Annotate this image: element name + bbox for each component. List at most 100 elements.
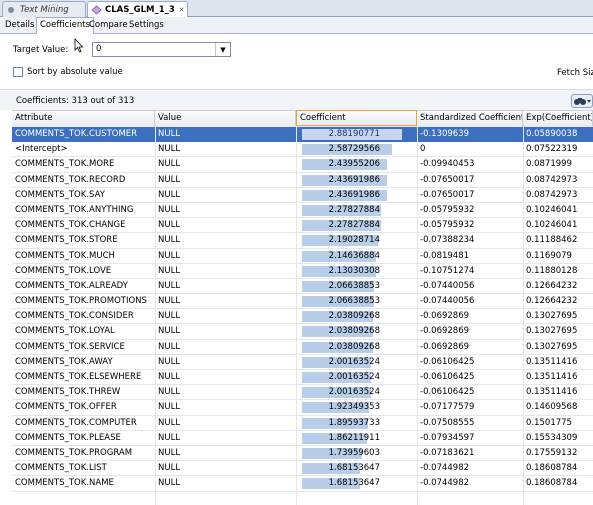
sort-absolute-checkbox[interactable] — [13, 67, 23, 77]
cell-attribute: COMMENTS_TOK.MUCH — [15, 250, 115, 261]
cell-coefficient: 1.86211911 — [296, 431, 417, 445]
column-header-value[interactable]: Value — [155, 111, 296, 126]
coefficients-count: Coefficients: 313 out of 313 — [16, 96, 135, 106]
cell-coefficient: 2.27827884 — [296, 203, 417, 217]
cell-value: NULL — [158, 220, 181, 231]
target-value-current: 0 — [96, 44, 102, 54]
coefficient-value: 2.43691986 — [328, 189, 380, 200]
column-divider — [417, 127, 418, 505]
cell-standardized-coefficient: -0.06106425 — [420, 387, 475, 398]
cell-coefficient: 2.03809268 — [296, 324, 417, 338]
cell-value: NULL — [158, 478, 181, 489]
cell-exp-coefficient: 0.0871999 — [526, 159, 572, 170]
cell-attribute: COMMENTS_TOK.MORE — [15, 159, 115, 170]
table-row[interactable]: COMMENTS_TOK.SERVICE NULL 2.03809268 -0.069… — [12, 340, 593, 355]
coefficient-value: 2.00163524 — [328, 356, 380, 367]
cell-coefficient: 1.73959603 — [296, 446, 417, 460]
cell-value: NULL — [158, 265, 181, 276]
table-row[interactable]: COMMENTS_TOK.PLEASE NULL 1.86211911 -0.0793… — [12, 431, 593, 446]
table-row[interactable]: COMMENTS_TOK.LOVE NULL 2.13030308 -0.107512… — [12, 264, 593, 279]
target-value-select[interactable]: 0 ▼ — [92, 42, 231, 57]
tab-text-mining[interactable]: Text Mining — [2, 1, 86, 17]
table-row[interactable]: COMMENTS_TOK.MORE NULL 2.43955206 -0.099404… — [12, 157, 593, 173]
tab-clas-glm[interactable]: CLAS_GLM_1_3 ✕ — [87, 1, 188, 17]
coefficient-value: 1.89593733 — [328, 417, 380, 428]
cell-standardized-coefficient: -0.0744982 — [420, 478, 470, 489]
cell-attribute: COMMENTS_TOK.COMPUTER — [15, 417, 137, 428]
table-row[interactable]: <Intercept> NULL 2.58729566 0 0.07522319 — [12, 142, 593, 158]
table-row[interactable]: COMMENTS_TOK.STORE NULL 2.19028714 -0.07388… — [12, 233, 593, 249]
cell-coefficient: 2.58729566 — [296, 142, 417, 156]
cell-attribute: COMMENTS_TOK.STORE — [15, 235, 118, 246]
table-row[interactable]: COMMENTS_TOK.LIST NULL 1.68153647 -0.074498… — [12, 461, 593, 477]
table-row[interactable]: COMMENTS_TOK.RECORD NULL 2.43691986 -0.0765… — [12, 173, 593, 188]
tab-compare[interactable]: Compare — [86, 18, 131, 33]
cell-coefficient: 2.00163524 — [296, 355, 417, 369]
cell-exp-coefficient: 0.18608784 — [526, 463, 578, 474]
table-row[interactable]: COMMENTS_TOK.AWAY NULL 2.00163524 -0.061064… — [12, 355, 593, 370]
cell-attribute: COMMENTS_TOK.LOYAL — [15, 326, 115, 337]
table-row[interactable]: COMMENTS_TOK.THREW NULL 2.00163524 -0.06106… — [12, 385, 593, 401]
coefficient-value: 1.86211911 — [328, 432, 380, 443]
table-row[interactable]: COMMENTS_TOK.CONSIDER NULL 2.03809268 -0.06… — [12, 309, 593, 325]
column-header-standardized-coefficient[interactable]: Standardized Coefficient — [417, 111, 523, 126]
cell-attribute: COMMENTS_TOK.PLEASE — [15, 432, 121, 443]
cell-value: NULL — [158, 280, 181, 291]
table-row[interactable]: COMMENTS_TOK.MUCH NULL 2.14636884 -0.081948… — [12, 249, 593, 264]
cell-coefficient: 2.06638853 — [296, 279, 417, 293]
cell-standardized-coefficient: -0.06106425 — [420, 372, 475, 382]
find-binoculars-button[interactable] — [571, 94, 593, 108]
cell-coefficient: 2.27827884 — [296, 218, 417, 232]
fetch-size-label: Fetch Siz — [557, 68, 593, 78]
table-header: Attribute Value Coefficient Standardized… — [12, 110, 593, 128]
cell-exp-coefficient: 0.08742973 — [526, 189, 578, 200]
table-row[interactable]: COMMENTS_TOK.CHANGE NULL 2.27827884 -0.0579… — [12, 218, 593, 234]
coefficient-value: 2.27827884 — [328, 204, 380, 215]
cell-exp-coefficient: 0.12664232 — [526, 280, 578, 291]
cell-standardized-coefficient: -0.0819481 — [420, 250, 470, 261]
cell-standardized-coefficient: -0.05795932 — [420, 204, 475, 215]
cell-standardized-coefficient: -0.07508555 — [420, 417, 475, 428]
cell-standardized-coefficient: -0.05795932 — [420, 220, 475, 231]
cell-attribute: COMMENTS_TOK.OFFER — [15, 402, 117, 413]
target-value-label: Target Value: — [13, 45, 69, 55]
column-header-exp-coefficient[interactable]: Exp(Coefficient) — [523, 111, 593, 126]
table-row[interactable]: COMMENTS_TOK.COMPUTER NULL 1.89593733 -0.07… — [12, 416, 593, 431]
coefficient-value: 2.03809268 — [328, 326, 380, 337]
column-header-coefficient[interactable]: Coefficient — [296, 110, 417, 126]
cell-attribute: COMMENTS_TOK.PROMOTIONS — [15, 296, 147, 307]
cell-coefficient: 2.13030308 — [296, 264, 417, 278]
cell-coefficient: 2.43691986 — [296, 188, 417, 202]
cell-exp-coefficient: 0.17559132 — [526, 447, 578, 458]
coefficient-value: 2.13030308 — [328, 265, 380, 276]
cell-exp-coefficient: 0.10246041 — [526, 204, 578, 215]
table-row[interactable]: COMMENTS_TOK.PROMOTIONS NULL 2.06638853 -0.… — [12, 294, 593, 310]
table-row[interactable]: COMMENTS_TOK.CUSTOMER NULL 2.88190771 -0.13… — [12, 127, 593, 143]
tab-details[interactable]: Details — [2, 18, 37, 33]
column-header-attribute[interactable]: Attribute — [12, 111, 155, 126]
table-row[interactable]: COMMENTS_TOK.NAME NULL 1.68153647 -0.074498… — [12, 476, 593, 492]
cell-attribute: <Intercept> — [15, 144, 68, 155]
table-row[interactable]: COMMENTS_TOK.PROGRAM NULL 1.73959603 -0.071… — [12, 446, 593, 462]
cell-coefficient: 2.06638853 — [296, 294, 417, 308]
table-row[interactable]: COMMENTS_TOK.ELSEWHERE NULL 2.00163524 -0.0… — [12, 370, 593, 386]
table-row[interactable]: COMMENTS_TOK.ALREADY NULL 2.06638853 -0.074… — [12, 279, 593, 295]
table-row[interactable]: COMMENTS_TOK.LOYAL NULL 2.03809268 -0.06928… — [12, 324, 593, 340]
cell-exp-coefficient: 0.13027695 — [526, 311, 578, 322]
tab-settings[interactable]: Settings — [126, 18, 167, 33]
cell-exp-coefficient: 0.13027695 — [526, 326, 578, 337]
table-row[interactable]: COMMENTS_TOK.OFFER NULL 1.92349353 -0.07177… — [12, 400, 593, 416]
coefficient-value: 2.43955206 — [328, 159, 380, 170]
table-body: COMMENTS_TOK.CUSTOMER NULL 2.88190771 -0.13… — [12, 127, 593, 505]
cell-standardized-coefficient: -0.0744982 — [420, 463, 470, 474]
cell-attribute: COMMENTS_TOK.ALREADY — [15, 280, 128, 291]
cell-value: NULL — [158, 463, 181, 474]
table-row[interactable]: COMMENTS_TOK.ANYTHING NULL 2.27827884 -0.05… — [12, 203, 593, 219]
table-row[interactable]: COMMENTS_TOK.SAY NULL 2.43691986 -0.0765001… — [12, 188, 593, 203]
cell-coefficient: 1.92349353 — [296, 400, 417, 414]
cell-attribute: COMMENTS_TOK.ELSEWHERE — [15, 372, 142, 382]
sort-absolute-label: Sort by absolute value — [27, 67, 123, 77]
document-tab-bar: Text Mining CLAS_GLM_1_3 ✕ — [0, 0, 593, 17]
close-icon[interactable]: ✕ — [175, 6, 185, 14]
cell-value: NULL — [158, 417, 181, 428]
